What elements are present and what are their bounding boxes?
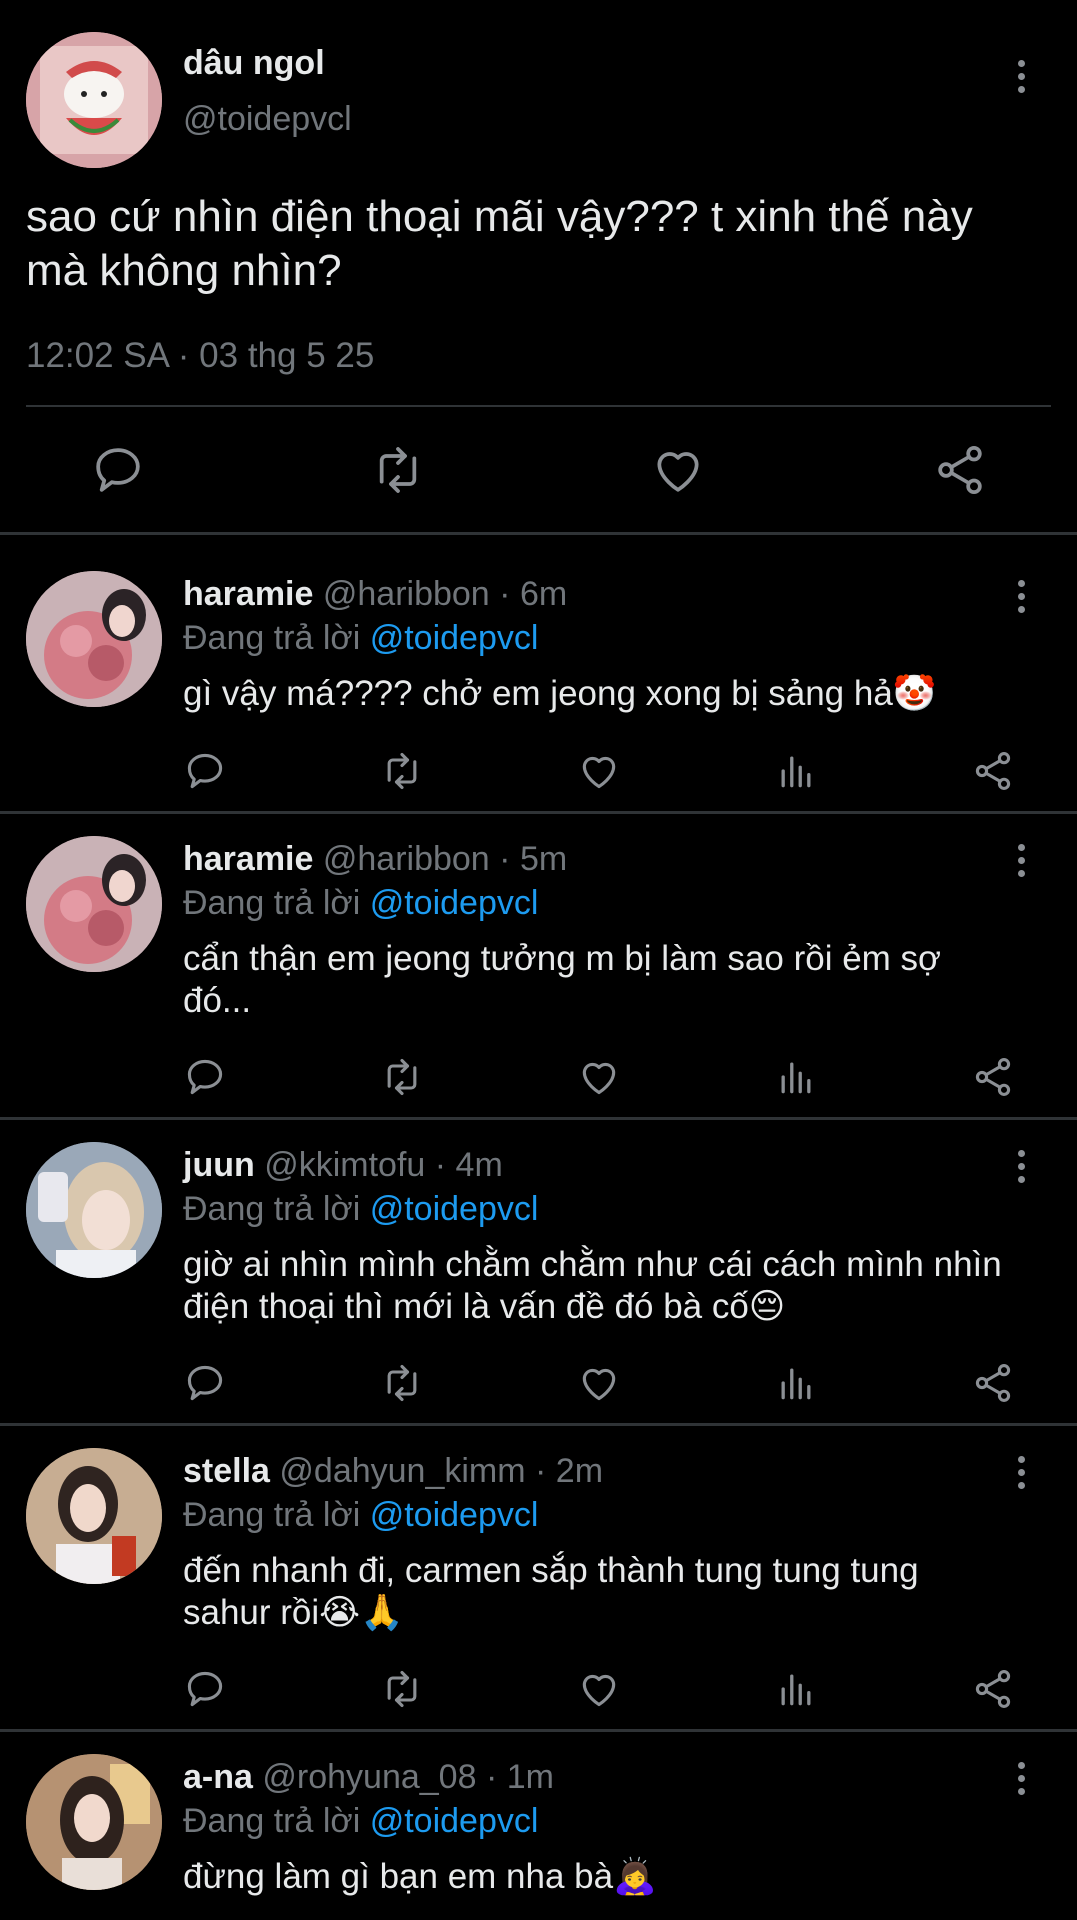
share-icon[interactable]: [971, 1667, 1015, 1711]
mention-link[interactable]: @toidepvcl: [370, 1496, 539, 1534]
replying-label: Đang trả lời: [183, 1190, 361, 1228]
reply-handle[interactable]: @dahyun_kimm: [279, 1452, 525, 1490]
more-options-icon[interactable]: [1015, 580, 1027, 620]
repost-icon[interactable]: [370, 442, 426, 498]
more-options-icon[interactable]: [1015, 844, 1027, 884]
avatar[interactable]: [26, 1754, 162, 1890]
comment-bubble-icon[interactable]: [183, 1055, 227, 1099]
replying-label: Đang trả lời: [183, 884, 361, 922]
reply-item[interactable]: haramie @haribbon · 6m Đang trả lời @toi…: [0, 535, 1077, 813]
reply-display-name[interactable]: haramie: [183, 575, 313, 613]
bar-chart-icon[interactable]: [774, 1055, 818, 1099]
reply-time[interactable]: 6m: [520, 575, 567, 613]
mention-link[interactable]: @toidepvcl: [370, 619, 539, 657]
reply-text: gì vậy má???? chở em jeong xong bị sảng …: [183, 674, 937, 713]
more-options-icon[interactable]: [1015, 60, 1027, 100]
reply-handle[interactable]: @haribbon: [323, 840, 490, 878]
replying-to: Đang trả lời @toidepvcl: [183, 1802, 538, 1841]
avatar[interactable]: [26, 571, 162, 707]
share-icon[interactable]: [971, 1055, 1015, 1099]
reply-display-name[interactable]: juun: [183, 1146, 255, 1184]
more-options-icon[interactable]: [1015, 1456, 1027, 1496]
reply-time[interactable]: 5m: [520, 840, 567, 878]
reply-display-name[interactable]: a-na: [183, 1758, 253, 1796]
comment-bubble-icon[interactable]: [183, 749, 227, 793]
reply-time[interactable]: 1m: [507, 1758, 554, 1796]
divider: [26, 405, 1051, 407]
repost-icon[interactable]: [380, 1361, 424, 1405]
reply-display-name[interactable]: stella: [183, 1452, 270, 1490]
repost-icon[interactable]: [380, 749, 424, 793]
main-post-handle[interactable]: @toidepvcl: [183, 100, 352, 139]
reply-text: đến nhanh đi, carmen sắp thành tung tung…: [183, 1551, 919, 1632]
avatar[interactable]: [26, 836, 162, 972]
bar-chart-icon[interactable]: [774, 1361, 818, 1405]
reply-header: juun @kkimtofu · 4m: [183, 1146, 503, 1184]
heart-icon[interactable]: [577, 749, 621, 793]
reply-item[interactable]: stella @dahyun_kimm · 2m Đang trả lời @t…: [0, 1426, 1077, 1731]
reply-time[interactable]: 4m: [456, 1146, 503, 1184]
comment-bubble-icon[interactable]: [183, 1667, 227, 1711]
main-post: dâu ngol @toidepvcl sao cứ nhìn điện tho…: [0, 0, 1077, 534]
reply-item[interactable]: juun @kkimtofu · 4m Đang trả lời @toidep…: [0, 1120, 1077, 1426]
reply-header: haramie @haribbon · 5m: [183, 840, 568, 878]
replying-label: Đang trả lời: [183, 1802, 361, 1840]
reply-item[interactable]: haramie @haribbon · 5m Đang trả lời @toi…: [0, 814, 1077, 1119]
replying-label: Đang trả lời: [183, 619, 361, 657]
replying-to: Đang trả lời @toidepvcl: [183, 1190, 538, 1229]
replying-to: Đang trả lời @toidepvcl: [183, 619, 538, 658]
replying-to: Đang trả lời @toidepvcl: [183, 1496, 538, 1535]
comment-bubble-icon[interactable]: [90, 442, 146, 498]
reply-text: cẩn thận em jeong tưởng m bị làm sao rồi…: [183, 939, 942, 1020]
share-icon[interactable]: [932, 442, 988, 498]
comment-bubble-icon[interactable]: [183, 1361, 227, 1405]
bar-chart-icon[interactable]: [774, 749, 818, 793]
reply-handle[interactable]: @kkimtofu: [264, 1146, 425, 1184]
reply-header: haramie @haribbon · 6m: [183, 575, 568, 613]
replying-to: Đang trả lời @toidepvcl: [183, 884, 538, 923]
bar-chart-icon[interactable]: [774, 1667, 818, 1711]
share-icon[interactable]: [971, 1361, 1015, 1405]
repost-icon[interactable]: [380, 1055, 424, 1099]
heart-icon[interactable]: [577, 1667, 621, 1711]
main-post-timestamp[interactable]: 12:02 SA · 03 thg 5 25: [26, 336, 374, 376]
share-icon[interactable]: [971, 749, 1015, 793]
heart-icon[interactable]: [577, 1361, 621, 1405]
main-post-display-name[interactable]: dâu ngol: [183, 44, 325, 83]
heart-icon[interactable]: [577, 1055, 621, 1099]
reply-header: a-na @rohyuna_08 · 1m: [183, 1758, 554, 1796]
reply-text: đừng làm gì bạn em nha bà🙇‍♀️: [183, 1857, 657, 1896]
avatar[interactable]: [26, 1448, 162, 1584]
reply-header: stella @dahyun_kimm · 2m: [183, 1452, 604, 1490]
replying-label: Đang trả lời: [183, 1496, 361, 1534]
main-post-avatar[interactable]: [26, 32, 162, 168]
reply-item[interactable]: a-na @rohyuna_08 · 1m Đang trả lời @toid…: [0, 1732, 1077, 1920]
reply-display-name[interactable]: haramie: [183, 840, 313, 878]
reply-text: giờ ai nhìn mình chằm chằm như cái cách …: [183, 1245, 1002, 1326]
avatar[interactable]: [26, 1142, 162, 1278]
repost-icon[interactable]: [380, 1667, 424, 1711]
mention-link[interactable]: @toidepvcl: [370, 884, 539, 922]
heart-icon[interactable]: [650, 442, 706, 498]
reply-handle[interactable]: @rohyuna_08: [262, 1758, 476, 1796]
mention-link[interactable]: @toidepvcl: [370, 1802, 539, 1840]
main-post-text: sao cứ nhìn điện thoại mãi vậy??? t xinh…: [26, 192, 973, 295]
more-options-icon[interactable]: [1015, 1762, 1027, 1802]
more-options-icon[interactable]: [1015, 1150, 1027, 1190]
reply-time[interactable]: 2m: [556, 1452, 603, 1490]
reply-handle[interactable]: @haribbon: [323, 575, 490, 613]
mention-link[interactable]: @toidepvcl: [370, 1190, 539, 1228]
